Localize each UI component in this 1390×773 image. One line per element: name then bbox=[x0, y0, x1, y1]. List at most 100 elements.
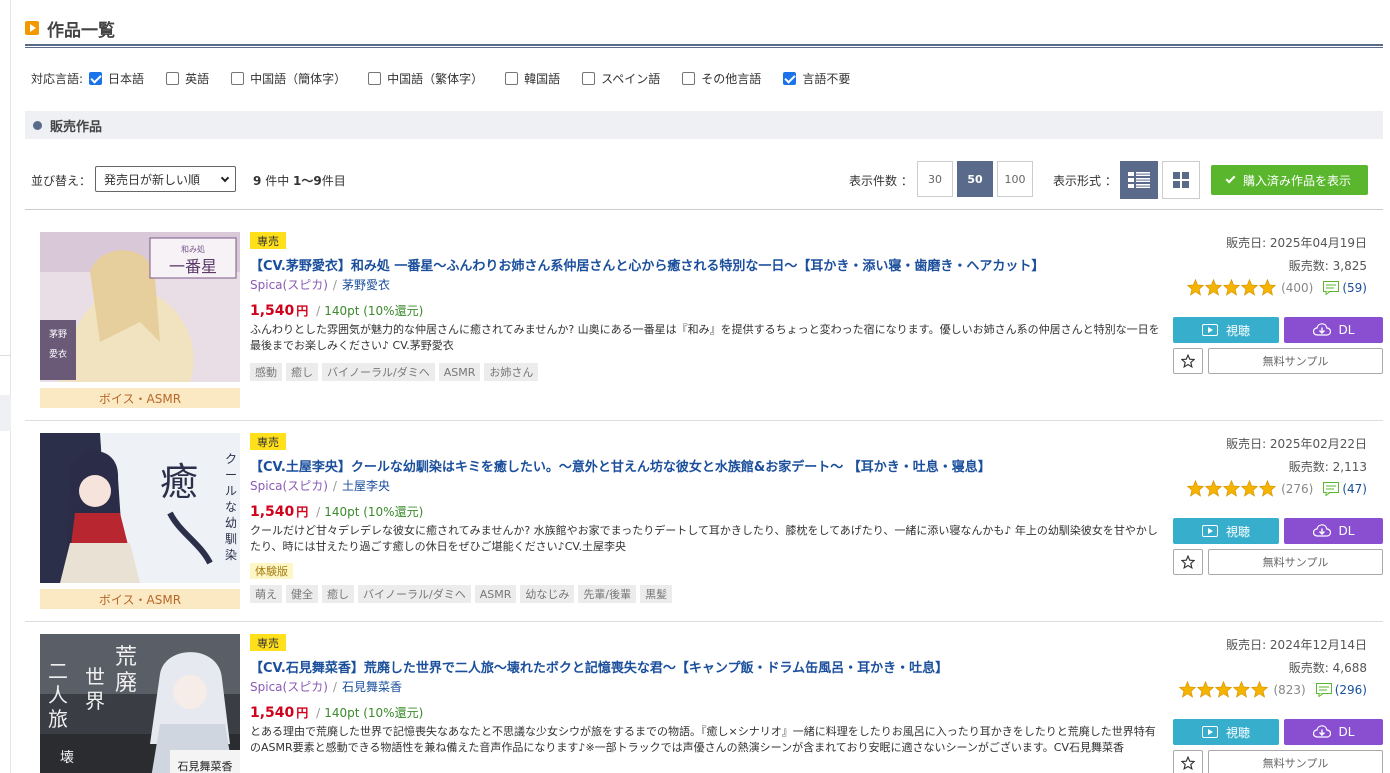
svg-text:和み処: 和み処 bbox=[181, 244, 205, 254]
listen-button[interactable]: 視聴 bbox=[1173, 518, 1279, 544]
language-checkbox[interactable] bbox=[682, 72, 696, 85]
free-sample-button[interactable]: 無料サンプル bbox=[1208, 549, 1383, 575]
work-title-link[interactable]: 【CV.石見舞菜香】荒廃した世界で二人旅〜壊れたボクと記憶喪失な君〜【キャンプ飯… bbox=[250, 657, 948, 676]
grid-view-button[interactable] bbox=[1162, 161, 1200, 199]
genre-tag[interactable]: バイノーラル/ダミヘ bbox=[358, 585, 471, 603]
comment-icon bbox=[1323, 481, 1340, 496]
genre-tag[interactable]: 幼なじみ bbox=[520, 585, 575, 603]
genre-tag[interactable]: 黒髪 bbox=[640, 585, 673, 603]
sales-count: 販売数: 2,113 bbox=[1288, 460, 1367, 474]
language-option-korean[interactable]: 韓国語 bbox=[505, 70, 560, 87]
sort-label: 並び替え： bbox=[31, 174, 92, 188]
language-option-chinese-traditional[interactable]: 中国語（繁体字） bbox=[368, 70, 483, 87]
rating-row: (823) (296) bbox=[1179, 681, 1367, 698]
language-filter-label: 対応言語: bbox=[31, 72, 84, 86]
sort-select[interactable]: 発売日が新しい順 bbox=[95, 166, 236, 192]
work-item: 癒 ク ー ル な 幼 馴 染 ボイス・ASMR 専売 【CV.土屋李央】クール… bbox=[25, 433, 1383, 633]
svg-text:幼: 幼 bbox=[225, 516, 237, 530]
work-thumbnail[interactable]: 癒 ク ー ル な 幼 馴 染 bbox=[40, 433, 240, 583]
per-page-option-50[interactable]: 50 bbox=[957, 161, 993, 197]
work-title-link[interactable]: 【CV.土屋李央】クールな幼馴染はキミを癒したい。〜意外と甘えん坊な彼女と水族館… bbox=[250, 456, 991, 475]
genre-tag[interactable]: ASMR bbox=[474, 585, 517, 603]
genre-tag[interactable]: お姉さん bbox=[484, 363, 539, 381]
language-option-japanese[interactable]: 日本語 bbox=[89, 70, 144, 87]
genre-tag[interactable]: 癒し bbox=[286, 363, 318, 381]
genre-tag[interactable]: 先輩/後輩 bbox=[578, 585, 637, 603]
genre-tag[interactable]: バイノーラル/ダミヘ bbox=[322, 363, 435, 381]
free-sample-button[interactable]: 無料サンプル bbox=[1208, 750, 1383, 773]
review-count-link[interactable]: (296) bbox=[1335, 683, 1367, 697]
favorite-button[interactable] bbox=[1173, 348, 1203, 374]
work-title-link[interactable]: 【CV.茅野愛衣】和み処 一番星〜ふんわりお姉さん系仲居さんと心から癒される特別… bbox=[250, 255, 1044, 274]
work-thumbnail[interactable]: 荒 廃 世 界 二 人 旅 壊 石見舞菜香 bbox=[40, 634, 240, 773]
genre-tag[interactable]: 萌え bbox=[250, 585, 282, 603]
genre-tag[interactable]: 感動 bbox=[250, 363, 282, 381]
genre-tag[interactable]: 癒し bbox=[322, 585, 354, 603]
category-label: ボイス・ASMR bbox=[40, 589, 240, 609]
language-checkbox[interactable] bbox=[505, 72, 519, 85]
release-date: 販売日: 2025年02月22日 bbox=[1226, 437, 1367, 451]
sales-count: 販売数: 4,688 bbox=[1288, 661, 1367, 675]
price: 1,540 円 bbox=[250, 303, 309, 319]
price-row: 1,540 円 /140pt (10%還元) bbox=[250, 503, 423, 520]
svg-text:な: な bbox=[225, 500, 237, 514]
free-sample-button[interactable]: 無料サンプル bbox=[1208, 348, 1383, 374]
review-count-link[interactable]: (47) bbox=[1342, 482, 1367, 496]
title-divider bbox=[25, 44, 1383, 48]
price: 1,540 円 bbox=[250, 504, 309, 520]
circle-link[interactable]: Spica(スピカ) bbox=[250, 278, 328, 292]
point-reward: /140pt (10%還元) bbox=[316, 706, 424, 720]
circle-link[interactable]: Spica(スピカ) bbox=[250, 479, 328, 493]
price-row: 1,540 円 /140pt (10%還元) bbox=[250, 704, 423, 721]
language-option-other[interactable]: その他言語 bbox=[682, 70, 761, 87]
bullet-icon bbox=[33, 120, 42, 130]
listen-button[interactable]: 視聴 bbox=[1173, 317, 1279, 343]
per-page-option-100[interactable]: 100 bbox=[997, 161, 1033, 197]
download-button[interactable]: DL bbox=[1284, 719, 1383, 745]
language-option-chinese-simplified[interactable]: 中国語（簡体字） bbox=[231, 70, 346, 87]
language-option-english[interactable]: 英語 bbox=[166, 70, 209, 87]
review-count-link[interactable]: (59) bbox=[1342, 281, 1367, 295]
language-checkbox[interactable] bbox=[783, 72, 797, 85]
toolbar-divider bbox=[25, 209, 1383, 210]
genre-tag[interactable]: 健全 bbox=[286, 585, 318, 603]
rating-count: (276) bbox=[1281, 481, 1314, 496]
download-button[interactable]: DL bbox=[1284, 518, 1383, 544]
listen-button[interactable]: 視聴 bbox=[1173, 719, 1279, 745]
voice-actor-link[interactable]: 石見舞菜香 bbox=[342, 680, 402, 694]
star-icon bbox=[1241, 279, 1259, 296]
per-page-option-30[interactable]: 30 bbox=[917, 161, 953, 197]
language-option-spanish[interactable]: スペイン語 bbox=[582, 70, 660, 87]
list-view-button[interactable] bbox=[1120, 161, 1158, 199]
circle-link[interactable]: Spica(スピカ) bbox=[250, 680, 328, 694]
voice-actor-link[interactable]: 茅野愛衣 bbox=[342, 278, 390, 292]
work-description: クールだけど甘々デレデレな彼女に癒されてみませんか? 水族館やお家でまったりデー… bbox=[250, 524, 1158, 553]
star-icon bbox=[1205, 279, 1223, 296]
list-view-icon bbox=[1128, 172, 1150, 188]
exclusive-badge: 専売 bbox=[250, 433, 286, 450]
per-page-label: 表示件数 ： bbox=[849, 174, 913, 188]
svg-text:ー: ー bbox=[225, 468, 237, 482]
maker-info: Spica(スピカ) / 土屋李央 bbox=[250, 479, 390, 493]
language-checkbox[interactable] bbox=[166, 72, 180, 85]
genre-tag[interactable]: ASMR bbox=[438, 363, 481, 381]
star-icon bbox=[1223, 480, 1241, 497]
favorite-button[interactable] bbox=[1173, 549, 1203, 575]
language-checkbox[interactable] bbox=[582, 72, 596, 85]
comment-icon bbox=[1315, 682, 1332, 697]
language-checkbox[interactable] bbox=[89, 72, 103, 85]
video-icon bbox=[1201, 726, 1218, 738]
section-title: 販売作品 bbox=[50, 119, 103, 135]
language-checkbox[interactable] bbox=[231, 72, 245, 85]
language-checkbox[interactable] bbox=[368, 72, 382, 85]
work-thumbnail[interactable]: 茅野 愛衣 和み処 一番星 bbox=[40, 232, 240, 382]
svg-text:染: 染 bbox=[225, 547, 237, 562]
show-purchased-button[interactable]: 購入済み作品を表示 bbox=[1211, 165, 1368, 195]
svg-text:世: 世 bbox=[85, 665, 105, 689]
language-option-not-required[interactable]: 言語不要 bbox=[783, 70, 850, 87]
voice-actor-link[interactable]: 土屋李央 bbox=[342, 479, 390, 493]
video-icon bbox=[1201, 324, 1218, 336]
point-reward: /140pt (10%還元) bbox=[316, 304, 424, 318]
favorite-button[interactable] bbox=[1173, 750, 1203, 773]
download-button[interactable]: DL bbox=[1284, 317, 1383, 343]
